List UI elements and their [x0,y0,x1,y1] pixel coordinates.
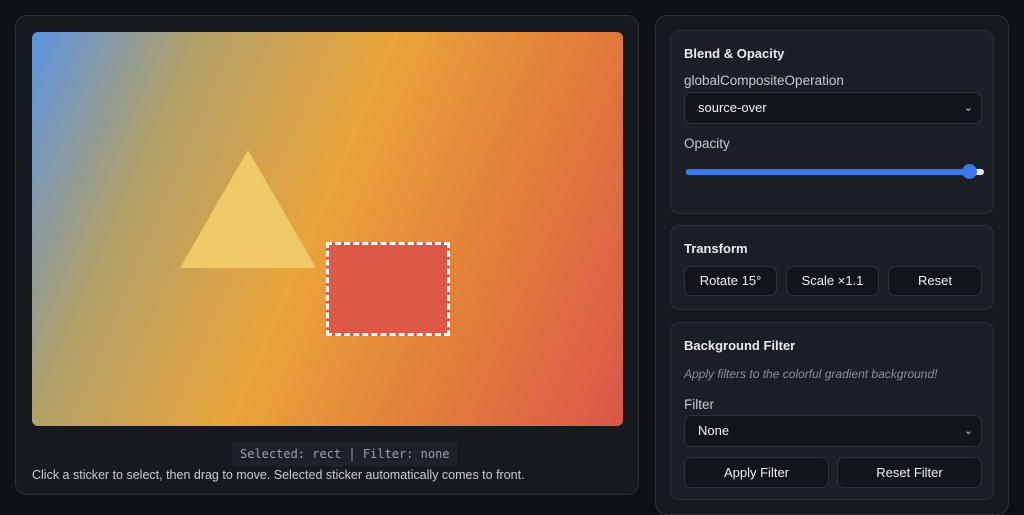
rotate-button[interactable]: Rotate 15° [684,266,777,296]
blend-opacity-title: Blend & Opacity [684,46,785,61]
chevron-down-icon: ⌄ [963,425,973,437]
composite-operation-label: globalCompositeOperation [684,73,844,88]
reset-transform-button[interactable]: Reset [888,266,982,296]
apply-filter-button[interactable]: Apply Filter [684,457,829,488]
rect-sticker[interactable] [326,242,450,336]
opacity-slider-thumb[interactable] [962,164,978,179]
background-filter-card: Background Filter Apply filters to the c… [670,322,994,500]
filter-note: Apply filters to the colorful gradient b… [684,367,938,381]
controls-panel: Blend & Opacity globalCompositeOperation… [655,15,1009,515]
triangle-sticker[interactable] [180,150,316,268]
opacity-slider-fill [686,169,970,175]
sticker-canvas[interactable] [32,32,623,426]
filter-select[interactable]: None ⌄ [684,415,982,447]
reset-filter-button[interactable]: Reset Filter [837,457,982,488]
transform-card: Transform Rotate 15° Scale ×1.1 Reset [670,225,994,310]
composite-operation-select[interactable]: source-over ⌄ [684,92,982,124]
opacity-slider[interactable] [686,164,984,179]
filter-select-value: None [698,423,730,438]
status-readout: Selected: rect | Filter: none [232,442,458,466]
scale-button[interactable]: Scale ×1.1 [786,266,879,296]
opacity-label: Opacity [684,136,730,151]
background-filter-title: Background Filter [684,338,796,353]
transform-title: Transform [684,241,748,256]
filter-label: Filter [684,397,714,412]
chevron-down-icon: ⌄ [963,102,973,114]
canvas-panel: Selected: rect | Filter: none Click a st… [15,15,639,495]
composite-operation-value: source-over [698,100,767,115]
instructions-text: Click a sticker to select, then drag to … [32,468,525,482]
blend-opacity-card: Blend & Opacity globalCompositeOperation… [670,30,994,214]
